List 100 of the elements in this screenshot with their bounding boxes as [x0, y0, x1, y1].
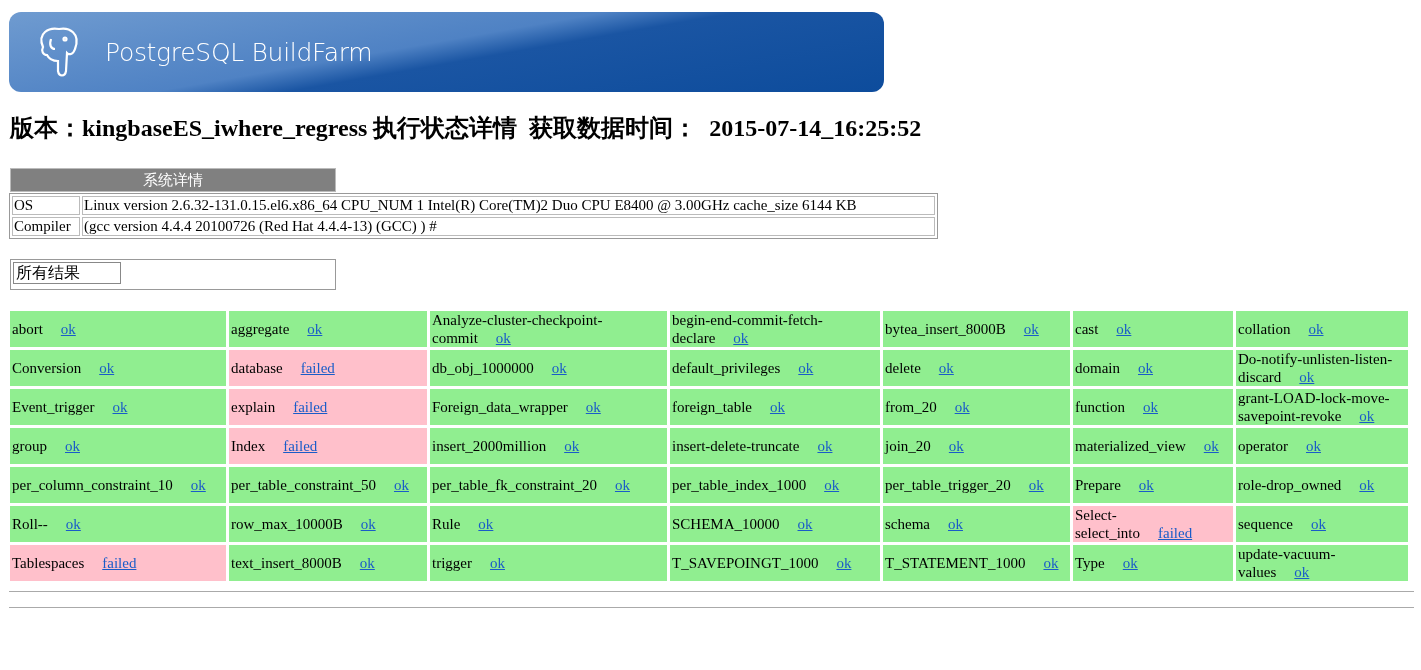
status-link[interactable]: ok [359, 555, 375, 571]
result-cell: insert_2000million ok [430, 428, 667, 464]
result-cell: Do-notify-unlisten-listen-discard ok [1236, 350, 1408, 386]
result-cell: schema ok [883, 506, 1070, 542]
result-cell: text_insert_8000B ok [229, 545, 427, 581]
result-cell: bytea_insert_8000B ok [883, 311, 1070, 347]
result-cell: Event_trigger ok [10, 389, 226, 425]
status-link[interactable]: ok [1028, 477, 1044, 493]
status-link[interactable]: ok [1308, 321, 1324, 337]
status-link[interactable]: ok [1359, 477, 1375, 493]
status-link[interactable]: ok [307, 321, 323, 337]
status-link[interactable]: ok [60, 321, 76, 337]
status-link[interactable]: ok [824, 477, 840, 493]
status-link[interactable]: ok [190, 477, 206, 493]
result-cell: sequence ok [1236, 506, 1408, 542]
status-link[interactable]: ok [1122, 555, 1138, 571]
result-cell: join_20 ok [883, 428, 1070, 464]
result-cell: Analyze-cluster-checkpoint-commit ok [430, 311, 667, 347]
result-filter-select[interactable]: 所有结果 [13, 262, 121, 284]
result-cell: materialized_view ok [1073, 428, 1233, 464]
status-link[interactable]: failed [283, 438, 318, 454]
status-link[interactable]: ok [817, 438, 833, 454]
status-link[interactable]: failed [102, 555, 137, 571]
result-cell: T_SAVEPOINGT_1000 ok [670, 545, 880, 581]
result-cell: from_20 ok [883, 389, 1070, 425]
result-cell: Prepare ok [1073, 467, 1233, 503]
table-cell: (gcc version 4.4.4 20100726 (Red Hat 4.4.4-13) (GCC) ) # [82, 217, 935, 236]
result-cell: update-vacuum-values ok [1236, 545, 1408, 581]
result-cell: function ok [1073, 389, 1233, 425]
result-cell: abort ok [10, 311, 226, 347]
result-cell: begin-end-commit-fetch-declare ok [670, 311, 880, 347]
result-cell: Type ok [1073, 545, 1233, 581]
result-cell: operator ok [1236, 428, 1408, 464]
result-cell: Select-select_into failed [1073, 506, 1233, 542]
result-cell: Roll-- ok [10, 506, 226, 542]
status-link[interactable]: ok [1203, 438, 1219, 454]
section-header: 系统详情 [10, 168, 336, 192]
status-link[interactable]: ok [1294, 564, 1310, 580]
result-cell: per_column_constraint_10 ok [10, 467, 226, 503]
status-link[interactable]: ok [1143, 399, 1158, 415]
page-heading: 版本：kingbaseES_iwhere_regress 执行状态详情 获取数据时间： 2015-07-14_16:25:52 [10, 114, 923, 143]
status-link[interactable]: ok [733, 330, 749, 346]
status-link[interactable]: ok [360, 516, 376, 532]
result-cell: domain ok [1073, 350, 1233, 386]
status-link[interactable]: ok [1306, 438, 1321, 454]
status-link[interactable]: ok [614, 477, 630, 493]
status-link[interactable]: ok [1138, 477, 1154, 493]
status-link[interactable]: ok [938, 360, 954, 376]
result-cell: foreign_table ok [670, 389, 880, 425]
result-cell: per_table_fk_constraint_20 ok [430, 467, 667, 503]
status-link[interactable]: ok [954, 399, 970, 415]
status-link[interactable]: ok [1043, 555, 1059, 571]
result-cell: Foreign_data_wrapper ok [430, 389, 667, 425]
result-cell: grant-LOAD-lock-move-savepoint-revoke ok [1236, 389, 1408, 425]
status-link[interactable]: ok [1299, 369, 1315, 385]
result-cell: Tablespaces failed [10, 545, 226, 581]
result-cell: group ok [10, 428, 226, 464]
result-cell: collation ok [1236, 311, 1408, 347]
status-link[interactable]: ok [393, 477, 409, 493]
result-cell: explain failed [229, 389, 427, 425]
banner-title: PostgreSQL BuildFarm [105, 37, 373, 67]
result-cell: insert-delete-truncate ok [670, 428, 880, 464]
result-cell: Rule ok [430, 506, 667, 542]
result-cell: row_max_10000B ok [229, 506, 427, 542]
table-cell: Linux version 2.6.32-131.0.15.el6.x86_64 CPU_NUM 1 Intel(R) Core(TM)2 Duo CPU E8400 @ 3.00GHz cache_size 6144 KB [82, 196, 935, 215]
status-link[interactable]: ok [478, 516, 494, 532]
status-link[interactable]: ok [551, 360, 567, 376]
result-cell: database failed [229, 350, 427, 386]
status-link[interactable]: ok [1310, 516, 1326, 532]
result-cell: default_privileges ok [670, 350, 880, 386]
status-link[interactable]: ok [948, 516, 963, 532]
status-link[interactable]: failed [300, 360, 335, 376]
status-link[interactable]: ok [1023, 321, 1039, 337]
status-link[interactable]: ok [564, 438, 580, 454]
result-cell: trigger ok [430, 545, 667, 581]
result-cell: delete ok [883, 350, 1070, 386]
result-cell: per_table_index_1000 ok [670, 467, 880, 503]
status-link[interactable]: ok [65, 516, 81, 532]
status-link[interactable]: ok [797, 516, 813, 532]
result-cell: Index failed [229, 428, 427, 464]
status-link[interactable]: ok [112, 399, 128, 415]
status-link[interactable]: ok [495, 330, 511, 346]
result-cell: Conversion ok [10, 350, 226, 386]
result-cell: db_obj_1000000 ok [430, 350, 667, 386]
status-link[interactable]: ok [769, 399, 785, 415]
status-link[interactable]: ok [1359, 408, 1375, 424]
result-cell: per_table_constraint_50 ok [229, 467, 427, 503]
status-link[interactable]: ok [798, 360, 814, 376]
status-link[interactable]: failed [293, 399, 328, 415]
status-link[interactable]: ok [836, 555, 852, 571]
result-cell: per_table_trigger_20 ok [883, 467, 1070, 503]
status-link[interactable]: ok [1116, 321, 1132, 337]
status-link[interactable]: ok [65, 438, 80, 454]
status-link[interactable]: ok [585, 399, 601, 415]
status-link[interactable]: failed [1158, 525, 1193, 541]
status-link[interactable]: ok [99, 360, 115, 376]
status-link[interactable]: ok [1138, 360, 1153, 376]
status-link[interactable]: ok [490, 555, 505, 571]
result-cell: cast ok [1073, 311, 1233, 347]
status-link[interactable]: ok [948, 438, 964, 454]
